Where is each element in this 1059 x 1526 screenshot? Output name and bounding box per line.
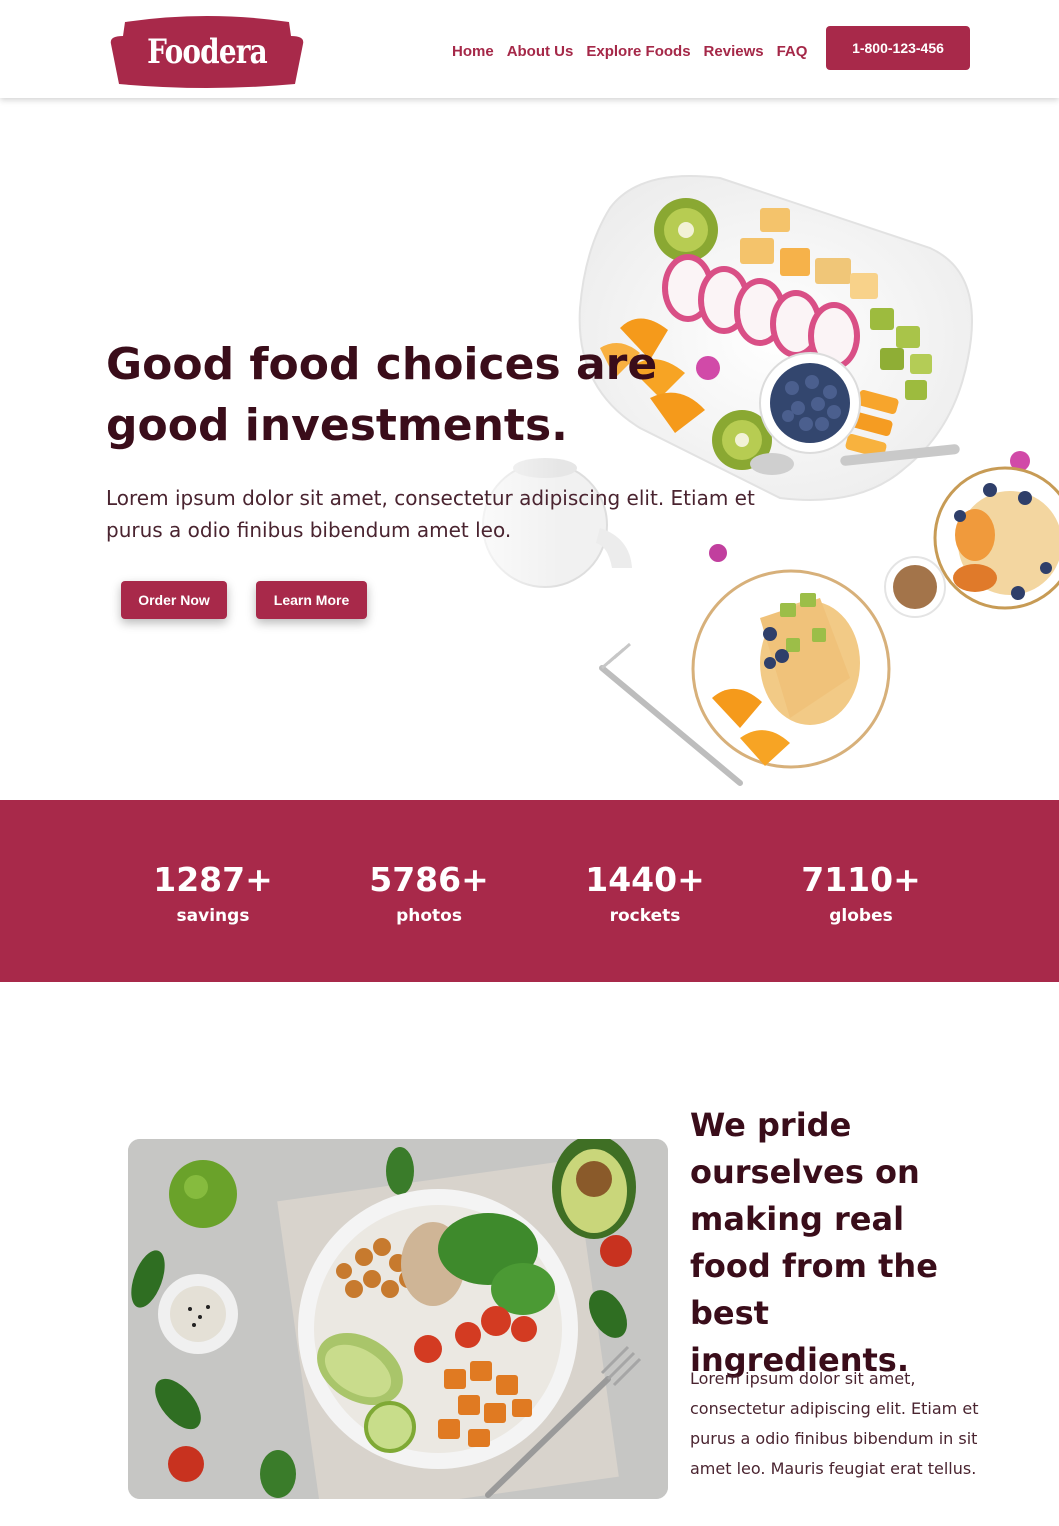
phone-call-button[interactable]: 1-800-123-456: [826, 26, 970, 70]
stat-item: 1440+ rockets: [545, 860, 745, 932]
stat-value: 1287+: [153, 860, 273, 899]
pride-description: Lorem ipsum dolor sit amet, consectetur …: [690, 1369, 979, 1478]
nav-home-link[interactable]: Home: [452, 43, 494, 60]
stat-label: globes: [829, 906, 893, 926]
stat-label: rockets: [609, 906, 681, 926]
site-header: Foodera Home About Us Explore Foods Revi…: [0, 0, 1059, 98]
hero-description: Lorem ipsum dolor sit amet, consectetur …: [106, 486, 755, 542]
foodera-logo[interactable]: Foodera: [107, 14, 307, 88]
order-now-button[interactable]: Order Now: [121, 581, 227, 619]
nav-about-link[interactable]: About Us: [507, 43, 574, 60]
hero-section: Good food choices are good investments. …: [0, 98, 1059, 800]
stat-label: photos: [396, 906, 462, 926]
salad-bowl-photo: [128, 1139, 668, 1499]
pride-heading: We pride ourselves on making real food f…: [690, 1106, 938, 1379]
stat-value: 7110+: [801, 860, 921, 899]
hero-title: Good food choices are good investments.: [106, 339, 658, 451]
stat-item: 7110+ globes: [761, 860, 961, 932]
nav-reviews-link[interactable]: Reviews: [704, 43, 764, 60]
stat-item: 5786+ photos: [329, 860, 529, 932]
logo-text: Foodera: [147, 32, 268, 72]
nav-faq-link[interactable]: FAQ: [777, 43, 808, 60]
stat-label: savings: [176, 906, 250, 926]
stat-value: 1440+: [585, 860, 705, 899]
nav-explore-foods-link[interactable]: Explore Foods: [586, 43, 690, 60]
stat-item: 1287+ savings: [113, 860, 313, 932]
learn-more-button[interactable]: Learn More: [256, 581, 367, 619]
main-nav: Home About Us Explore Foods Reviews FAQ: [452, 40, 807, 62]
stats-band: 1287+ savings 5786+ photos 1440+ rockets…: [0, 800, 1059, 982]
salad-bowl-image: [128, 1139, 668, 1499]
stat-value: 5786+: [369, 860, 489, 899]
